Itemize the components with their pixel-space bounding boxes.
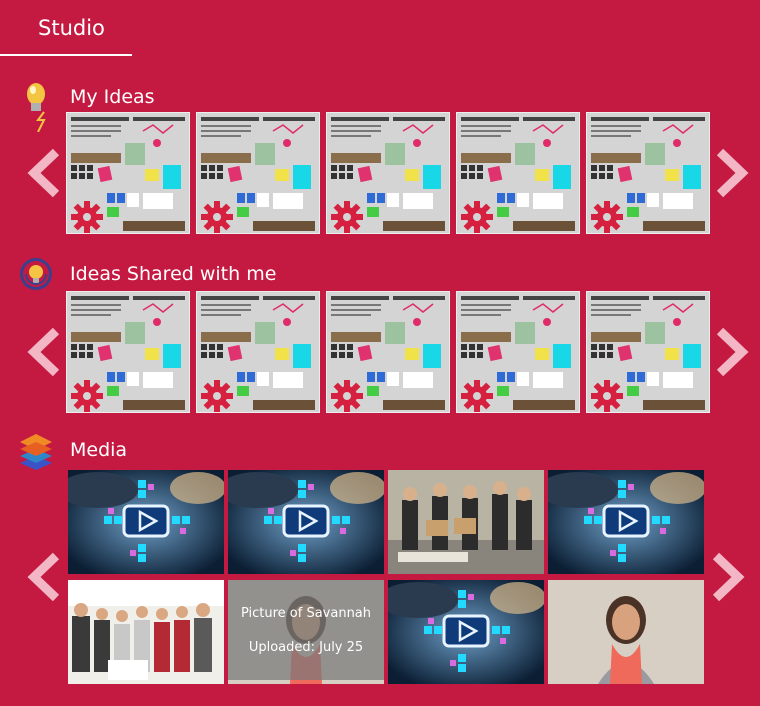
media-grid: Picture of Savannah Uploaded: July 25 [68,470,704,684]
media-video-thumbnail[interactable] [68,470,224,574]
media-video-thumbnail[interactable] [228,470,384,574]
tab-studio[interactable]: Studio [0,0,132,56]
prev-arrow-shared[interactable] [26,327,60,377]
tab-studio-label: Studio [38,16,105,40]
shared-ideas-carousel [66,291,712,415]
shared-idea-thumbnail[interactable] [456,291,580,413]
studio-header: Studio [0,0,760,62]
tab-active-underline [0,54,132,56]
my-idea-thumbnail[interactable] [456,112,580,234]
section-title-my-ideas: My Ideas [70,86,155,108]
shared-idea-thumbnail[interactable] [66,291,190,413]
media-photo-thumbnail[interactable] [68,580,224,684]
my-idea-thumbnail[interactable] [66,112,190,234]
media-photo-thumbnail-hovered[interactable]: Picture of Savannah Uploaded: July 25 [228,580,384,684]
section-title-media: Media [70,439,128,461]
section-title-shared: Ideas Shared with me [70,263,277,285]
next-arrow-my-ideas[interactable] [716,148,750,198]
my-idea-thumbnail[interactable] [196,112,320,234]
media-video-thumbnail[interactable] [548,470,704,574]
shared-idea-thumbnail[interactable] [326,291,450,413]
next-arrow-shared[interactable] [716,327,750,377]
my-ideas-carousel [66,112,712,236]
shared-idea-thumbnail[interactable] [586,291,710,413]
media-photo-thumbnail[interactable] [388,470,544,574]
prev-arrow-media[interactable] [26,552,60,602]
lightbulb-icon [20,80,56,133]
media-photo-thumbnail[interactable] [548,580,704,684]
shared-idea-thumbnail[interactable] [196,291,320,413]
media-hover-overlay: Picture of Savannah Uploaded: July 25 [228,580,384,680]
media-upload-date: Uploaded: July 25 [248,640,364,655]
next-arrow-media[interactable] [712,552,746,602]
layers-icon [18,432,54,470]
my-idea-thumbnail[interactable] [326,112,450,234]
media-video-thumbnail[interactable] [388,580,544,684]
my-idea-thumbnail[interactable] [586,112,710,234]
globe-bulb-icon [18,256,54,292]
prev-arrow-my-ideas[interactable] [26,148,60,198]
media-caption: Picture of Savannah [240,606,372,621]
